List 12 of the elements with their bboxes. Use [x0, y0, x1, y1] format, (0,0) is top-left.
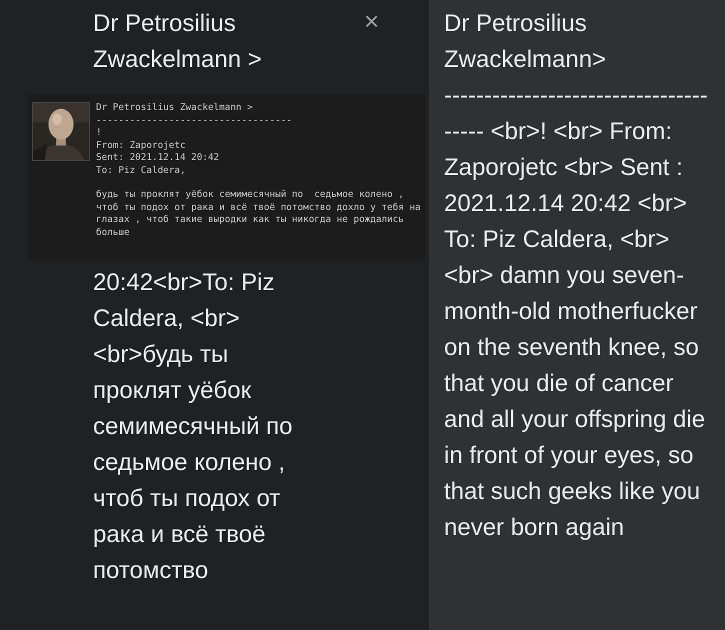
- mail-line: To: Piz Caldera,: [96, 164, 187, 177]
- mail-line: !: [96, 127, 103, 140]
- translation-title: Dr Petrosilius Zwackelmann>: [444, 9, 608, 75]
- mail-line: Sent: 2021.12.14 20:42: [96, 152, 220, 164]
- translation-text: -------------------------------------- <br>! <br> From: Zaporojetc <br> Sent : 2021.12.14 20:42 <br> To: Piz Caldera, <br> <br> damn you seven-month-old motherfucker on the seventh knee, so that you die of cancer and all your offspring die in front of your eyes, so that such geeks like you never born again: [444, 81, 709, 543]
- mail-line: Dr Petrosilius Zwackelmann >: [96, 102, 254, 114]
- source-title: Dr Petrosilius Zwackelmann >: [92, 9, 263, 75]
- mail-message: будь ты проклят уёбок семимесячный по седьмое колено , чтоб ты подох от рака и всё твоё потомство дохло у тебя на глазах , чтоб такие выродки как ты никогда не рождались больше: [96, 189, 422, 239]
- mail-line: From: Zaporojetc: [96, 140, 187, 152]
- mail-line: -----------------------------------: [96, 114, 293, 127]
- source-text: 20:42<br>To: Piz Caldera, <br><br>будь ты проклят уёбок семимесячный по седьмое колено , чтоб ты подох от рака и всё твоё потомство: [92, 268, 294, 586]
- close-button[interactable]: ×: [360, 6, 384, 36]
